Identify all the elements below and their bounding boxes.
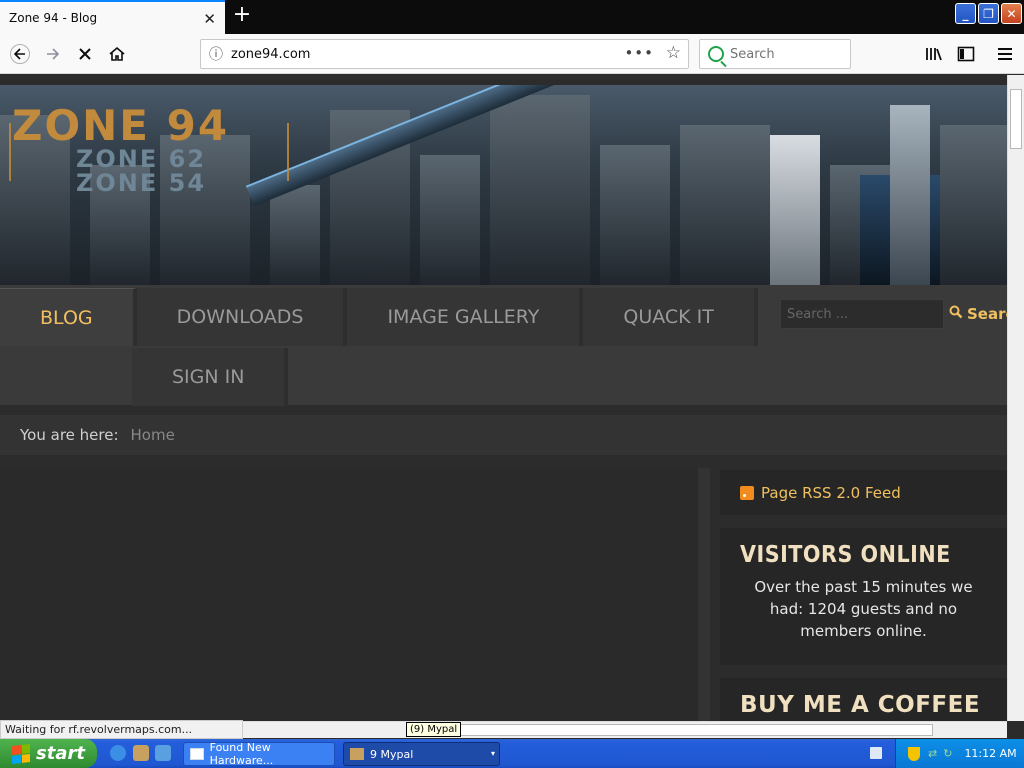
main-menu: BLOG DOWNLOADS IMAGE GALLERY QUACK IT SI…	[0, 285, 1007, 406]
coffee-title: BUY ME A COFFEE	[740, 692, 981, 718]
restore-button[interactable]: ❐	[978, 3, 999, 24]
search-icon	[949, 305, 963, 323]
tooltip-text: (9) Mypal	[410, 724, 458, 735]
status-bar: Waiting for rf.revolvermaps.com...	[0, 720, 243, 739]
site-info-icon[interactable]: ⓘ	[201, 44, 231, 64]
page-actions-icon[interactable]: •••	[624, 44, 654, 62]
security-shield-icon[interactable]	[908, 746, 920, 761]
rss-label: Page RSS 2.0 Feed	[761, 483, 901, 502]
site-search-button-label: Search	[967, 305, 1007, 323]
menu-item-downloads[interactable]: DOWNLOADS	[136, 288, 348, 346]
stop-icon[interactable]	[73, 42, 97, 66]
taskbar-button-found-hardware[interactable]: Found New Hardware...	[183, 741, 335, 767]
minimize-button[interactable]: _	[955, 3, 976, 24]
keyboard-icon[interactable]	[870, 747, 882, 759]
site-search-input[interactable]: Search ...	[780, 299, 944, 329]
home-icon[interactable]	[105, 42, 129, 66]
browser-tab-active[interactable]: Zone 94 - Blog ✕	[0, 0, 225, 34]
taskbar-button-label-2: 9 Mypal	[370, 747, 414, 761]
hamburger-menu-icon[interactable]	[993, 42, 1017, 66]
horizontal-scrollbar[interactable]	[243, 721, 1007, 738]
library-icon[interactable]	[922, 42, 946, 66]
windows-taskbar: start Found New Hardware... 9 Mypal ▾ ⇄ …	[0, 739, 1024, 768]
tab-close-icon[interactable]: ✕	[203, 10, 216, 28]
update-icon[interactable]: ↻	[943, 747, 952, 760]
header-banner: ZONE 94 ZONE 62 ZONE 54	[0, 85, 1007, 285]
taskbar-button-mypal[interactable]: 9 Mypal ▾	[343, 742, 500, 766]
system-tray: ⇄ ↻ 11:12 AM	[895, 739, 1024, 768]
new-tab-button[interactable]: +	[231, 4, 253, 28]
breadcrumb-home-link[interactable]: Home	[131, 426, 175, 444]
tab-title: Zone 94 - Blog	[9, 11, 98, 25]
menu-item-sign-in[interactable]: SIGN IN	[132, 348, 289, 406]
menu-item-quack-it[interactable]: QUACK IT	[583, 288, 758, 346]
start-label: start	[36, 743, 85, 764]
browser-quicklaunch-icon[interactable]	[155, 745, 171, 761]
browser-tab-bar: Zone 94 - Blog ✕ + _ ❐ ✕	[0, 0, 1024, 34]
sidebar-toggle-icon[interactable]	[954, 42, 978, 66]
browser-search-placeholder: Search	[730, 46, 775, 62]
page-viewport: ZONE 94 ZONE 62 ZONE 54 BLOG DOWNLOADS I…	[0, 75, 1007, 721]
start-button[interactable]: start	[0, 739, 97, 768]
visitors-title: VISITORS ONLINE	[740, 542, 951, 568]
breadcrumb: You are here: Home	[0, 415, 1007, 455]
rss-feed-link[interactable]: Page RSS 2.0 Feed	[720, 470, 1007, 515]
vertical-scroll-thumb[interactable]	[1010, 89, 1022, 149]
search-engine-icon	[708, 46, 724, 62]
site-logo[interactable]: ZONE 94 ZONE 62 ZONE 54	[9, 105, 289, 195]
window-controls: _ ❐ ✕	[955, 3, 1022, 24]
site-search-placeholder: Search ...	[787, 306, 849, 322]
rss-icon	[740, 485, 754, 500]
mypal-icon	[350, 748, 364, 760]
back-icon[interactable]	[8, 42, 32, 66]
taskbar-tooltip: (9) Mypal	[406, 722, 462, 737]
taskbar-button-label-1: Found New Hardware...	[209, 741, 274, 767]
close-window-button[interactable]: ✕	[1001, 3, 1022, 24]
buy-coffee-module: BUY ME A COFFEE	[720, 678, 1007, 721]
browser-search-input[interactable]: Search	[699, 39, 851, 69]
dropdown-arrow-icon: ▾	[490, 749, 495, 758]
menu-item-image-gallery[interactable]: IMAGE GALLERY	[347, 288, 584, 346]
browser-nav-bar: ⓘ zone94.com ••• ☆ Search	[0, 34, 1024, 74]
network-icon[interactable]: ⇄	[928, 747, 937, 760]
mypal-quicklaunch-icon[interactable]	[133, 745, 149, 761]
window-icon	[190, 748, 204, 760]
bookmark-star-icon[interactable]: ☆	[666, 43, 681, 63]
vertical-scrollbar[interactable]	[1007, 75, 1024, 721]
main-content-area	[0, 468, 710, 721]
site-search-button[interactable]: Search	[945, 299, 1007, 329]
visitors-text: Over the past 15 minutes we had: 1204 gu…	[754, 578, 973, 640]
menu-item-blog[interactable]: BLOG	[0, 288, 137, 346]
status-text: Waiting for rf.revolvermaps.com...	[5, 723, 193, 736]
windows-logo-icon	[12, 743, 30, 764]
visitors-online-module: VISITORS ONLINE Over the past 15 minutes…	[720, 528, 1007, 665]
forward-icon[interactable]	[41, 42, 65, 66]
screen: Zone 94 - Blog ✕ + _ ❐ ✕ ⓘ zone94.com ••…	[0, 0, 1024, 768]
horizontal-scroll-thumb[interactable]	[453, 724, 933, 736]
address-bar[interactable]: ⓘ zone94.com ••• ☆	[200, 39, 689, 69]
url-text: zone94.com	[231, 46, 311, 62]
ie-icon[interactable]	[110, 745, 126, 761]
breadcrumb-label: You are here:	[20, 426, 119, 444]
clock[interactable]: 11:12 AM	[964, 747, 1016, 760]
